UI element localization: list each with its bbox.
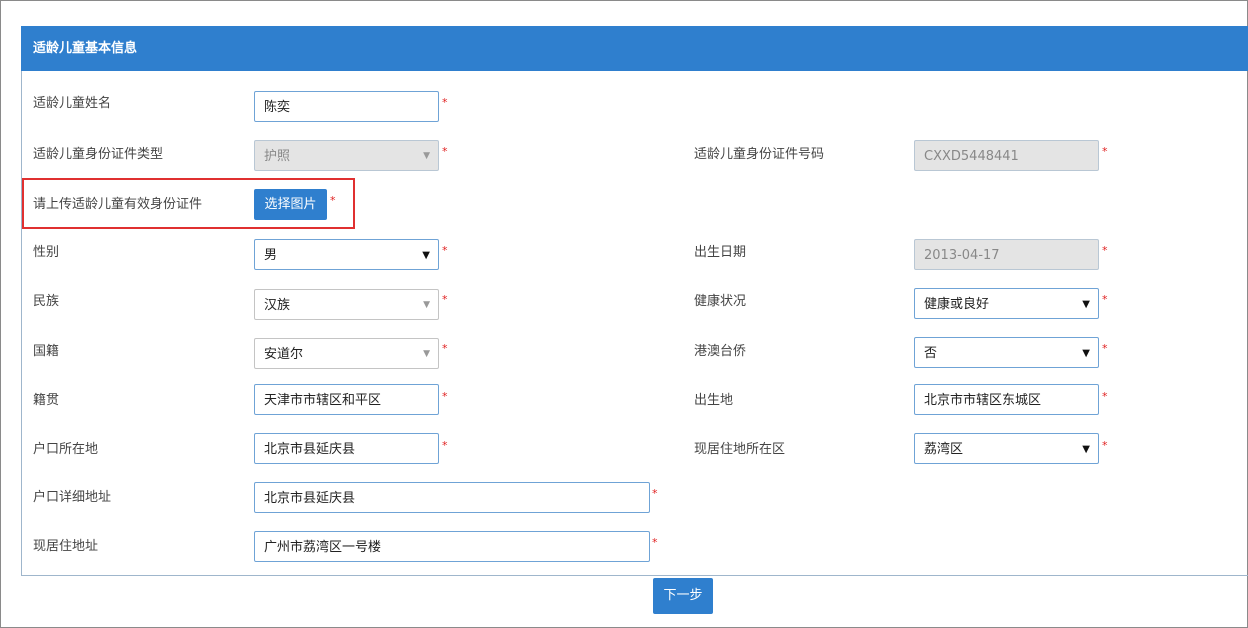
native-place-label: 籍贯 <box>33 393 60 408</box>
required-mark: * <box>652 487 658 500</box>
required-mark: * <box>442 342 448 355</box>
required-mark: * <box>442 390 448 403</box>
chevron-down-icon: ▼ <box>423 300 430 310</box>
id-type-label: 适龄儿童身份证件类型 <box>33 147 164 162</box>
residence-district-label: 现居住地所在区 <box>694 442 786 457</box>
hk-macau-tw-select[interactable]: 否 ▼ <box>914 337 1099 368</box>
current-address-label: 现居住地址 <box>33 539 99 554</box>
hukou-address-label: 户口详细地址 <box>33 490 112 505</box>
hukou-address-input[interactable]: 北京市县延庆县 <box>254 482 650 513</box>
required-mark: * <box>1102 145 1108 158</box>
ethnicity-select[interactable]: 汉族 ▼ <box>254 289 439 320</box>
health-label: 健康状况 <box>694 294 747 309</box>
required-mark: * <box>652 536 658 549</box>
birthplace-input[interactable]: 北京市市辖区东城区 <box>914 384 1099 415</box>
current-address-input[interactable]: 广州市荔湾区一号楼 <box>254 531 650 562</box>
chevron-down-icon: ▼ <box>423 349 430 359</box>
chevron-down-icon: ▼ <box>1082 348 1090 359</box>
nationality-label: 国籍 <box>33 344 60 359</box>
birth-date-label: 出生日期 <box>694 245 747 260</box>
required-mark: * <box>1102 293 1108 306</box>
birthplace-label: 出生地 <box>694 393 734 408</box>
required-mark: * <box>330 194 336 207</box>
health-value: 健康或良好 <box>924 297 990 312</box>
hk-macau-tw-value: 否 <box>924 346 938 361</box>
id-type-value: 护照 <box>264 149 291 164</box>
ethnicity-label: 民族 <box>33 294 60 309</box>
gender-label: 性别 <box>33 245 60 260</box>
panel-title: 适龄儿童基本信息 <box>21 26 1248 71</box>
required-mark: * <box>442 439 448 452</box>
required-mark: * <box>442 96 448 109</box>
native-place-input[interactable]: 天津市市辖区和平区 <box>254 384 439 415</box>
required-mark: * <box>1102 244 1108 257</box>
hukou-location-input[interactable]: 北京市县延庆县 <box>254 433 439 464</box>
nationality-value: 安道尔 <box>264 347 304 362</box>
gender-select[interactable]: 男 ▼ <box>254 239 439 270</box>
ethnicity-value: 汉族 <box>264 298 291 313</box>
next-step-button[interactable]: 下一步 <box>653 578 713 614</box>
birth-date-input[interactable]: 2013-04-17 <box>914 239 1099 270</box>
name-input[interactable]: 陈奕 <box>254 91 439 122</box>
chevron-down-icon: ▼ <box>1082 444 1090 455</box>
health-select[interactable]: 健康或良好 ▼ <box>914 288 1099 319</box>
chevron-down-icon: ▼ <box>423 151 430 161</box>
required-mark: * <box>1102 342 1108 355</box>
name-label: 适龄儿童姓名 <box>33 96 112 111</box>
residence-district-select[interactable]: 荔湾区 ▼ <box>914 433 1099 464</box>
residence-district-value: 荔湾区 <box>924 442 964 457</box>
gender-value: 男 <box>264 248 278 263</box>
id-type-select[interactable]: 护照 ▼ <box>254 140 439 171</box>
id-number-label: 适龄儿童身份证件号码 <box>694 147 825 162</box>
upload-label: 请上传适龄儿童有效身份证件 <box>33 197 203 212</box>
required-mark: * <box>1102 439 1108 452</box>
required-mark: * <box>442 293 448 306</box>
select-image-button[interactable]: 选择图片 <box>254 189 327 220</box>
hk-macau-tw-label: 港澳台侨 <box>694 344 747 359</box>
nationality-select[interactable]: 安道尔 ▼ <box>254 338 439 369</box>
chevron-down-icon: ▼ <box>1082 299 1090 310</box>
required-mark: * <box>442 145 448 158</box>
chevron-down-icon: ▼ <box>422 250 430 261</box>
required-mark: * <box>442 244 448 257</box>
hukou-location-label: 户口所在地 <box>33 442 99 457</box>
id-number-input[interactable]: CXXD5448441 <box>914 140 1099 171</box>
required-mark: * <box>1102 390 1108 403</box>
